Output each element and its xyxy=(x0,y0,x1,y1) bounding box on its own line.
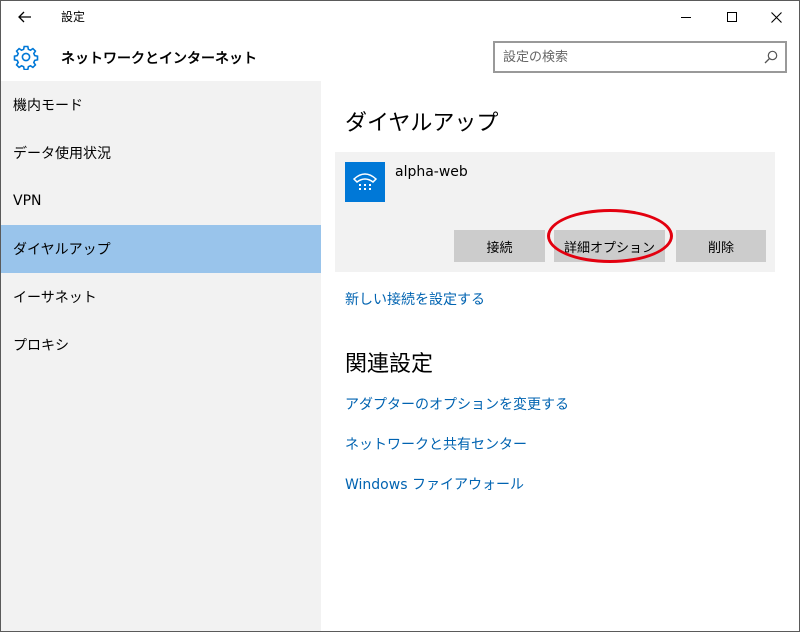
gear-icon xyxy=(13,45,39,70)
network-sharing-center-link[interactable]: ネットワークと共有センター xyxy=(345,434,527,454)
search-box[interactable] xyxy=(493,41,787,73)
sidebar-item-proxy[interactable]: プロキシ xyxy=(1,321,321,369)
section-title-dial-up: ダイヤルアップ xyxy=(345,111,499,136)
close-button[interactable] xyxy=(753,1,799,33)
search-icon[interactable] xyxy=(763,49,779,65)
sidebar-item-label: 機内モード xyxy=(13,98,83,114)
maximize-icon xyxy=(727,12,737,22)
back-button[interactable] xyxy=(7,3,43,31)
settings-window: 設定 ネットワークとインターネット 設定の検索 機内モード データ使用状況 VP… xyxy=(0,0,800,632)
sidebar-item-vpn[interactable]: VPN xyxy=(1,177,321,225)
search-input[interactable] xyxy=(503,48,753,66)
connect-button[interactable]: 接続 xyxy=(454,230,545,262)
minimize-button[interactable] xyxy=(663,1,709,33)
connection-name: alpha-web xyxy=(395,164,468,180)
sidebar: 機内モード データ使用状況 VPN ダイヤルアップ イーサネット プロキシ xyxy=(1,81,321,631)
sidebar-item-data-usage[interactable]: データ使用状況 xyxy=(1,129,321,177)
sidebar-item-label: VPN xyxy=(13,193,42,209)
page-header: ネットワークとインターネット xyxy=(1,33,799,81)
phone-icon xyxy=(345,162,385,202)
main-content: ダイヤルアップ alpha-web 接続 詳細オプション 削除 新しい接続を設定… xyxy=(321,81,799,631)
app-title: 設定 xyxy=(61,10,86,24)
section-title-related-settings: 関連設定 xyxy=(345,352,434,377)
arrow-left-icon xyxy=(18,11,31,23)
sidebar-item-airplane-mode[interactable]: 機内モード xyxy=(1,81,321,129)
new-connection-link[interactable]: 新しい接続を設定する xyxy=(345,289,485,309)
sidebar-item-ethernet[interactable]: イーサネット xyxy=(1,273,321,321)
advanced-options-button[interactable]: 詳細オプション xyxy=(554,230,665,262)
sidebar-item-label: データ使用状況 xyxy=(13,146,111,162)
delete-button[interactable]: 削除 xyxy=(676,230,766,262)
windows-firewall-link[interactable]: Windows ファイアウォール xyxy=(345,474,524,494)
adapter-options-link[interactable]: アダプターのオプションを変更する xyxy=(345,394,569,414)
sidebar-item-dial-up[interactable]: ダイヤルアップ xyxy=(1,225,321,273)
connection-card[interactable]: alpha-web 接続 詳細オプション 削除 xyxy=(335,152,775,272)
sidebar-item-label: ダイヤルアップ xyxy=(13,242,111,258)
title-bar: 設定 xyxy=(1,1,799,33)
sidebar-item-label: イーサネット xyxy=(13,290,97,306)
close-icon xyxy=(770,11,782,23)
minimize-icon xyxy=(681,16,691,18)
page-title: ネットワークとインターネット xyxy=(61,51,257,67)
maximize-button[interactable] xyxy=(709,1,755,33)
sidebar-item-label: プロキシ xyxy=(13,338,69,354)
